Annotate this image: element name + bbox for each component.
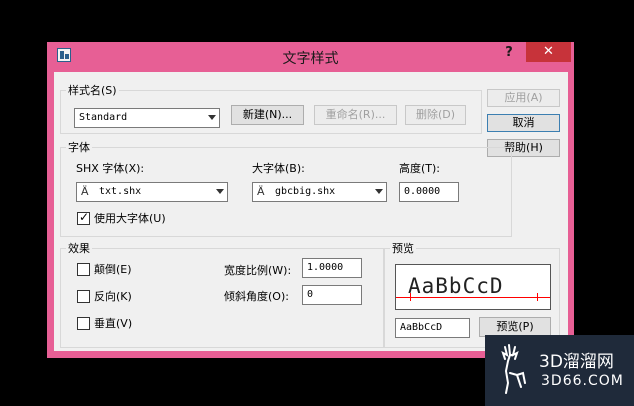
upside-down-checkbox[interactable]	[77, 263, 90, 276]
preview-canvas: AaBbCcD	[395, 264, 551, 310]
help-icon[interactable]: ?	[497, 45, 521, 65]
preview-sample-text: AaBbCcD	[408, 274, 504, 298]
text-style-dialog: 文字样式 ? ✕ 样式名(S) Standard 新建(N)... 重命名(R)…	[47, 42, 574, 358]
height-label: 高度(T):	[399, 162, 441, 175]
style-name-select[interactable]: Standard	[74, 108, 220, 128]
big-font-value: gbcbig.shx	[275, 186, 336, 197]
oblique-angle-input[interactable]: 0	[302, 285, 362, 305]
chevron-down-icon	[375, 189, 383, 194]
watermark-sub-text: 3D66.COM	[541, 373, 624, 389]
rename-style-button[interactable]: 重命名(R)...	[314, 105, 397, 125]
close-button[interactable]: ✕	[526, 42, 571, 62]
preview-group-label: 预览	[390, 242, 416, 255]
preview-button[interactable]: 预览(P)	[479, 317, 551, 337]
backwards-checkbox[interactable]	[77, 290, 90, 303]
use-big-font-checkbox[interactable]	[77, 210, 90, 225]
use-big-font-label: 使用大字体(U)	[94, 212, 166, 225]
effects-group-label: 效果	[66, 242, 92, 255]
delete-style-button[interactable]: 删除(D)	[405, 105, 466, 125]
dialog-title: 文字样式	[282, 51, 339, 67]
vertical-checkbox[interactable]	[77, 317, 90, 330]
style-name-value: Standard	[79, 112, 128, 123]
shx-font-select[interactable]: Ä txt.shx	[76, 182, 228, 202]
deer-logo-icon	[501, 344, 526, 394]
big-font-select[interactable]: Ä gbcbig.shx	[252, 182, 387, 202]
width-factor-label: 宽度比例(W):	[224, 264, 292, 277]
cancel-button[interactable]: 取消	[487, 114, 560, 132]
watermark-main-text: 3D溜溜网	[539, 352, 614, 372]
shx-font-value: txt.shx	[99, 186, 142, 197]
style-name-label: 样式名(S)	[66, 84, 119, 97]
font-icon: Ä	[257, 185, 265, 198]
preview-end-tick	[537, 293, 538, 301]
chevron-down-icon	[208, 115, 216, 120]
font-icon: Ä	[81, 185, 89, 198]
width-factor-input[interactable]: 1.0000	[302, 258, 362, 278]
vertical-label: 垂直(V)	[94, 317, 133, 330]
new-style-button[interactable]: 新建(N)...	[231, 105, 304, 125]
title-bar[interactable]: 文字样式 ? ✕	[47, 42, 574, 71]
big-font-label: 大字体(B):	[252, 162, 305, 175]
dialog-client-area: 样式名(S) Standard 新建(N)... 重命名(R)... 删除(D)…	[54, 72, 568, 351]
height-input[interactable]: 0.0000	[399, 182, 459, 202]
oblique-angle-label: 倾斜角度(O):	[224, 290, 289, 303]
shx-font-label: SHX 字体(X):	[76, 162, 145, 175]
chevron-down-icon	[216, 189, 224, 194]
watermark-logo: 3D溜溜网 3D66.COM	[485, 335, 634, 406]
backwards-label: 反向(K)	[94, 290, 132, 303]
preview-text-input[interactable]: AaBbCcD	[395, 318, 470, 338]
font-group-label: 字体	[66, 141, 92, 154]
apply-button[interactable]: 应用(A)	[487, 89, 560, 107]
upside-down-label: 颠倒(E)	[94, 263, 132, 276]
